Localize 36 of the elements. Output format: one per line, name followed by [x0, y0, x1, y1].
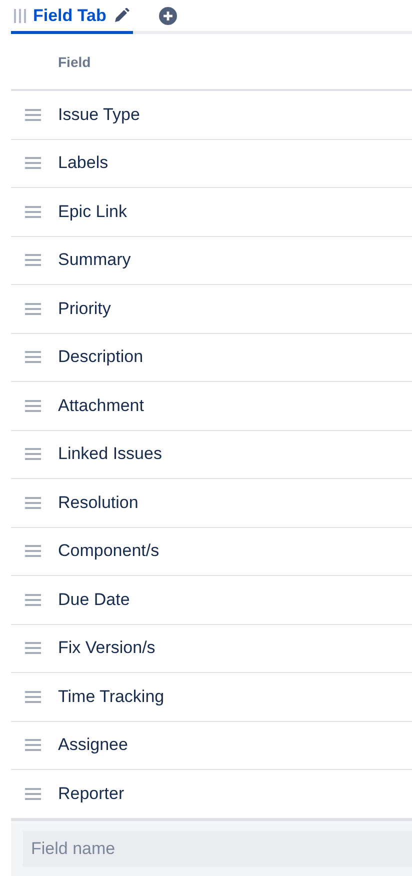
table-cell: Description: [58, 347, 144, 368]
add-icon[interactable]: [159, 6, 178, 24]
drag-handle-icon[interactable]: [14, 8, 26, 22]
drag-handle-icon[interactable]: [25, 157, 41, 170]
drag-handle-icon[interactable]: [25, 788, 41, 800]
table-cell: Summary: [58, 250, 131, 270]
table-cell: Component/s: [58, 541, 160, 562]
drag-handle-icon[interactable]: [25, 739, 41, 752]
drag-handle-icon[interactable]: [25, 254, 41, 266]
drag-handle-icon[interactable]: [25, 545, 41, 558]
drag-handle-icon[interactable]: [25, 448, 41, 460]
table-cell: Assignee: [58, 735, 128, 756]
drag-handle-icon[interactable]: [25, 206, 41, 218]
input-field[interactable]: Field name: [23, 830, 412, 866]
drag-handle-icon[interactable]: [25, 108, 41, 121]
table-cell: Epic Link: [58, 202, 127, 222]
drag-handle-icon[interactable]: [25, 594, 41, 606]
table-cell: Labels: [58, 153, 108, 174]
table-cell: Priority: [58, 298, 111, 319]
table-cell: Time Tracking: [58, 686, 164, 707]
drag-handle-icon[interactable]: [25, 496, 41, 509]
column-header: Field: [58, 54, 91, 70]
table-cell: Fix Version/s: [58, 638, 156, 658]
table-cell: Linked Issues: [58, 444, 162, 464]
table-cell: Resolution: [58, 492, 138, 513]
table-cell: Reporter: [58, 784, 124, 804]
drag-handle-icon[interactable]: [25, 351, 41, 364]
drag-handle-icon[interactable]: [25, 400, 41, 412]
table-cell: Due Date: [58, 590, 130, 610]
table-cell: Attachment: [58, 396, 144, 416]
drag-handle-icon[interactable]: [25, 690, 41, 703]
tab[interactable]: Field Tab: [11, 0, 134, 34]
drag-handle-icon[interactable]: [25, 302, 41, 315]
drag-handle-icon[interactable]: [25, 642, 41, 654]
table-cell: Issue Type: [58, 104, 140, 125]
pencil-icon[interactable]: [113, 8, 130, 23]
